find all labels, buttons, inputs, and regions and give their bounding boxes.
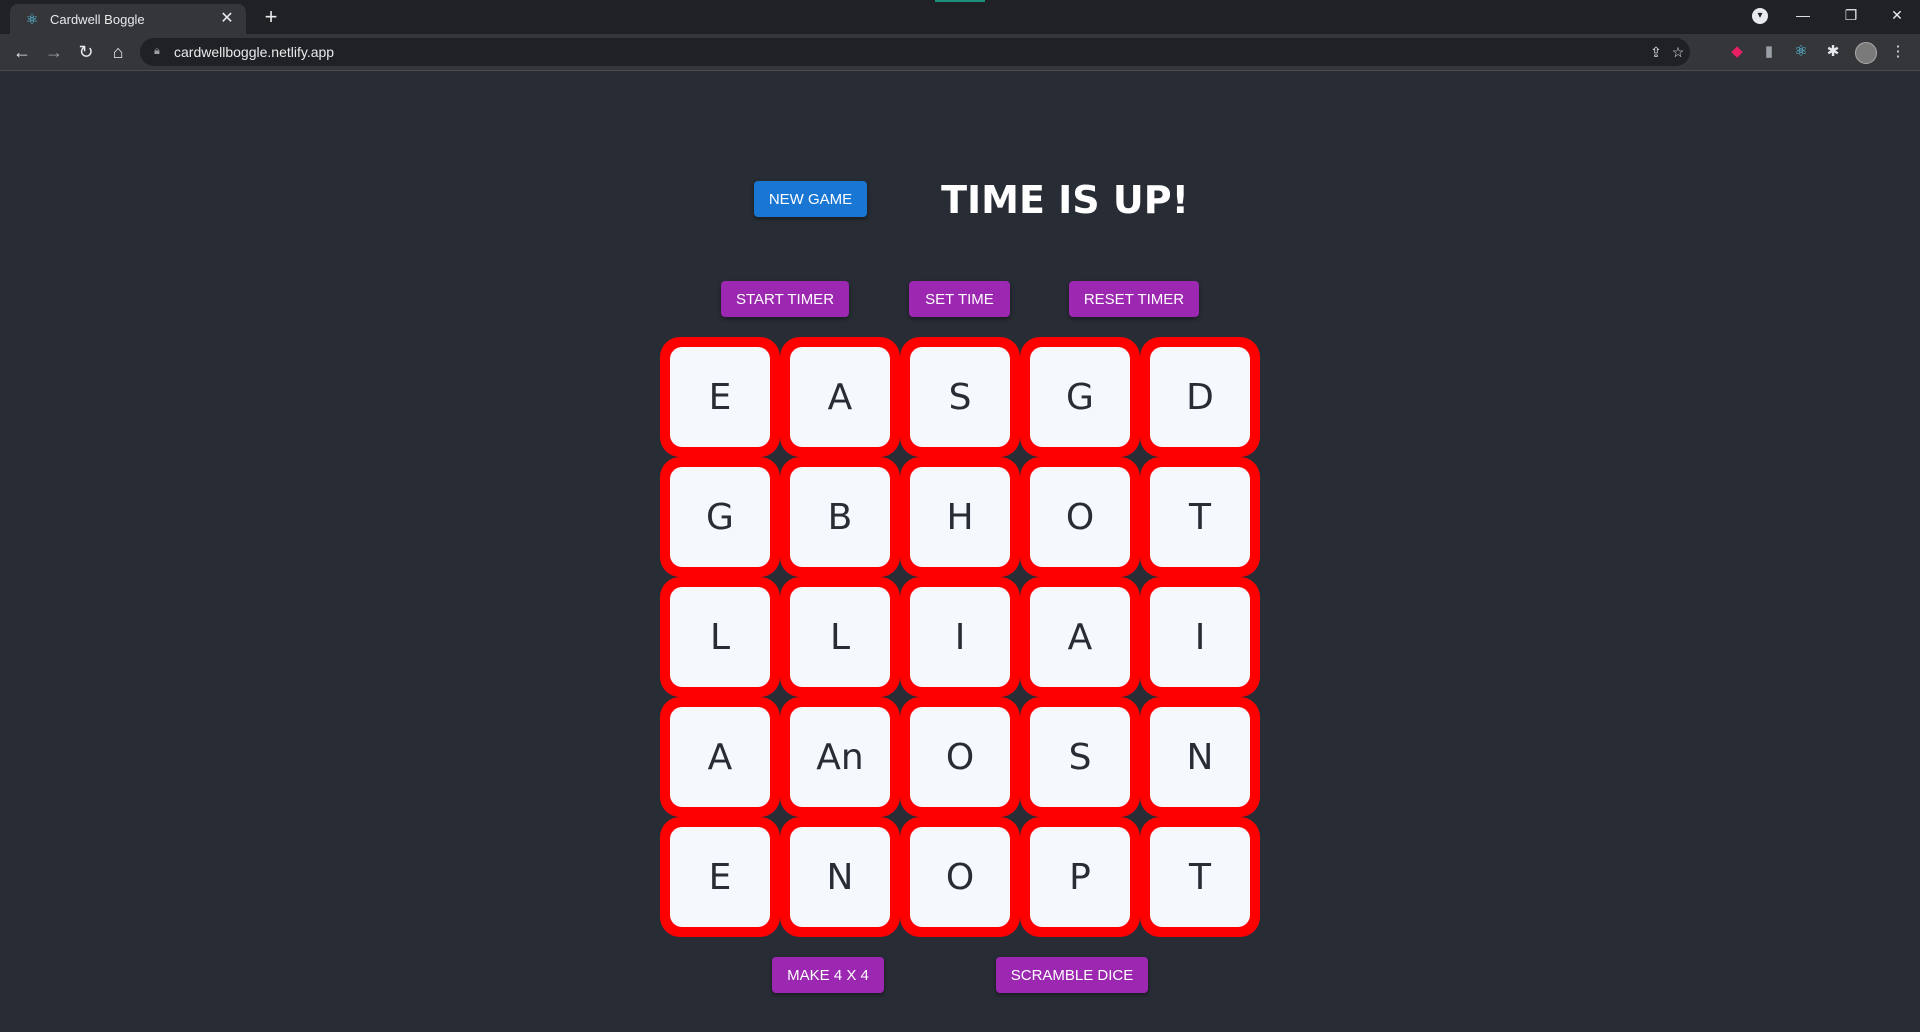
tab-strip-indicator [935, 0, 985, 2]
address-bar[interactable]: 🔒︎ cardwellboggle.netlify.app ⇪ ☆ [140, 38, 1690, 66]
browser-tab-bar: ⚛ Cardwell Boggle ✕ + ▾ — ❐ ✕ [0, 0, 1920, 34]
extension-icon[interactable]: ▮ [1759, 42, 1779, 62]
board-die[interactable]: E [660, 337, 780, 457]
react-devtools-icon[interactable]: ⚛ [1791, 42, 1811, 62]
scramble-dice-button[interactable]: SCRAMBLE DICE [996, 957, 1148, 993]
new-game-button[interactable]: NEW GAME [754, 181, 867, 217]
board-die[interactable]: D [1140, 337, 1260, 457]
die-letter: O [1030, 467, 1130, 567]
url-text[interactable]: cardwellboggle.netlify.app [174, 44, 334, 60]
board-die[interactable]: B [780, 457, 900, 577]
make-4x4-button[interactable]: MAKE 4 X 4 [772, 957, 884, 993]
die-letter: E [670, 827, 770, 927]
color-extension-icon[interactable]: ◆ [1727, 42, 1747, 62]
boggle-board: E A S G D G B H O T L L I A I A An O S N E N O P T [660, 337, 1260, 937]
board-die[interactable]: A [1020, 577, 1140, 697]
die-letter: S [910, 347, 1010, 447]
board-die[interactable]: S [1020, 697, 1140, 817]
profile-avatar[interactable] [1855, 42, 1877, 64]
die-letter: An [790, 707, 890, 807]
forward-icon[interactable]: → [42, 40, 66, 64]
board-die[interactable]: N [780, 817, 900, 937]
die-letter: B [790, 467, 890, 567]
reload-icon[interactable]: ↻ [74, 40, 98, 64]
tab-title: Cardwell Boggle [50, 11, 145, 27]
reset-timer-button[interactable]: RESET TIMER [1069, 281, 1199, 317]
die-letter: T [1150, 467, 1250, 567]
home-icon[interactable]: ⌂ [106, 40, 130, 64]
board-die[interactable]: A [780, 337, 900, 457]
die-letter: A [670, 707, 770, 807]
menu-dots-icon[interactable]: ⋮ [1888, 42, 1908, 62]
board-die[interactable]: I [1140, 577, 1260, 697]
close-window-icon[interactable]: ✕ [1874, 0, 1920, 30]
die-letter: G [670, 467, 770, 567]
board-die[interactable]: L [660, 577, 780, 697]
react-icon: ⚛ [25, 11, 39, 27]
board-die[interactable]: H [900, 457, 1020, 577]
timer-status: TIME IS UP! [941, 178, 1189, 222]
bookmark-star-icon[interactable]: ☆ [1668, 42, 1688, 62]
die-letter: O [910, 827, 1010, 927]
restore-icon[interactable]: ❐ [1828, 0, 1874, 30]
board-die[interactable]: A [660, 697, 780, 817]
die-letter: A [1030, 587, 1130, 687]
minimize-icon[interactable]: — [1780, 0, 1826, 30]
board-die[interactable]: S [900, 337, 1020, 457]
die-letter: L [790, 587, 890, 687]
board-die[interactable]: N [1140, 697, 1260, 817]
share-icon[interactable]: ⇪ [1646, 42, 1666, 62]
die-letter: E [670, 347, 770, 447]
board-die[interactable]: O [1020, 457, 1140, 577]
die-letter: N [790, 827, 890, 927]
die-letter: S [1030, 707, 1130, 807]
close-tab-icon[interactable]: ✕ [218, 10, 236, 28]
die-letter: T [1150, 827, 1250, 927]
browser-toolbar: ← → ↻ ⌂ 🔒︎ cardwellboggle.netlify.app ⇪ … [0, 34, 1920, 71]
lock-icon: 🔒︎ [154, 45, 160, 57]
die-letter: N [1150, 707, 1250, 807]
board-die[interactable]: O [900, 817, 1020, 937]
back-icon[interactable]: ← [10, 40, 34, 64]
start-timer-button[interactable]: START TIMER [721, 281, 849, 317]
board-die[interactable]: T [1140, 457, 1260, 577]
die-letter: I [1150, 587, 1250, 687]
board-die[interactable]: An [780, 697, 900, 817]
set-time-button[interactable]: SET TIME [909, 281, 1010, 317]
die-letter: A [790, 347, 890, 447]
die-letter: L [670, 587, 770, 687]
die-letter: G [1030, 347, 1130, 447]
board-die[interactable]: P [1020, 817, 1140, 937]
browser-tab[interactable]: ⚛ Cardwell Boggle ✕ [10, 4, 246, 34]
die-letter: D [1150, 347, 1250, 447]
new-tab-icon[interactable]: + [260, 6, 282, 28]
board-die[interactable]: G [660, 457, 780, 577]
tab-search-icon[interactable]: ▾ [1752, 8, 1768, 24]
extensions-puzzle-icon[interactable]: ✱ [1823, 42, 1843, 62]
die-letter: H [910, 467, 1010, 567]
board-die[interactable]: L [780, 577, 900, 697]
board-die[interactable]: E [660, 817, 780, 937]
board-die[interactable]: I [900, 577, 1020, 697]
board-die[interactable]: G [1020, 337, 1140, 457]
die-letter: O [910, 707, 1010, 807]
board-die[interactable]: T [1140, 817, 1260, 937]
die-letter: I [910, 587, 1010, 687]
die-letter: P [1030, 827, 1130, 927]
board-die[interactable]: O [900, 697, 1020, 817]
